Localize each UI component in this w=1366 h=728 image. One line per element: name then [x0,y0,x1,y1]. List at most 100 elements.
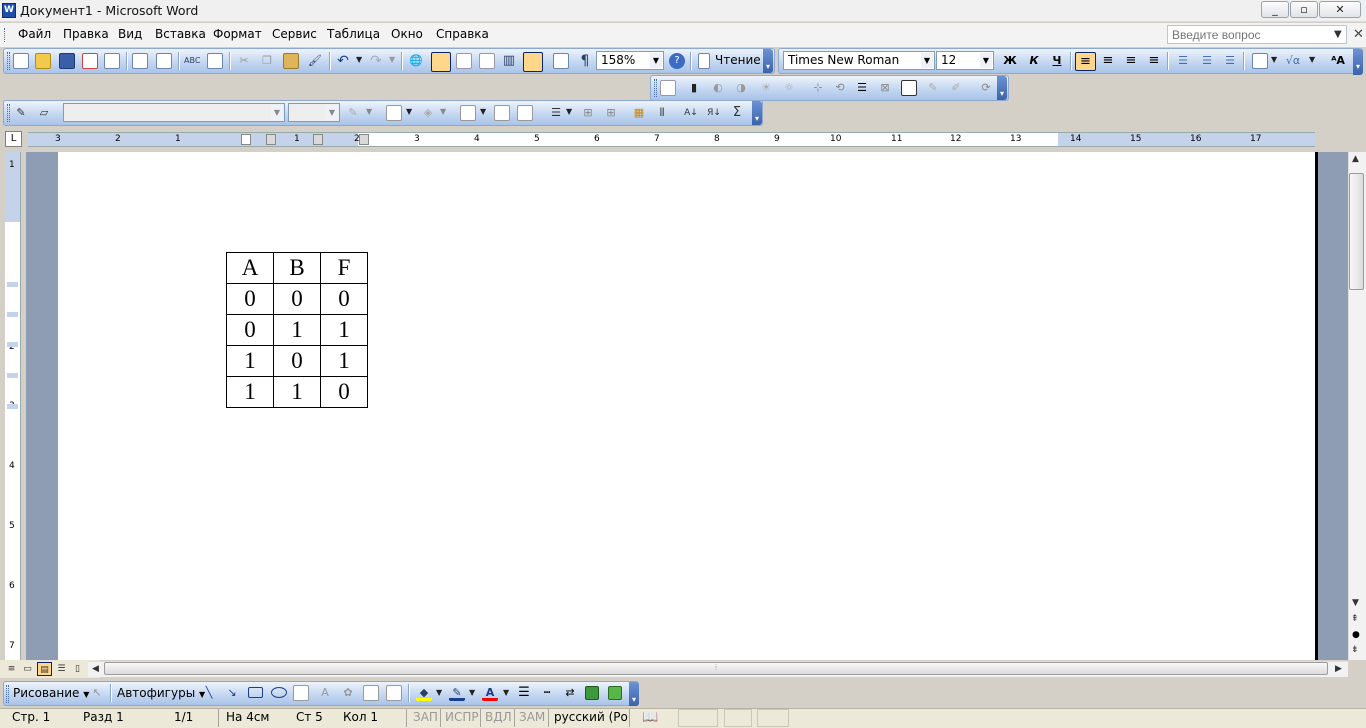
rotate-icon[interactable]: ⟲ [832,80,848,96]
line-weight-select[interactable]: ▼ [288,103,340,122]
document-map-icon[interactable] [553,53,569,69]
status-trk[interactable]: ИСПР [445,710,479,724]
table-column-marker[interactable] [359,134,369,145]
web-layout-icon[interactable]: ▭ [20,662,35,676]
row-marker[interactable] [7,312,18,317]
chevron-down-icon[interactable]: ▼ [326,105,338,120]
menu-help[interactable]: Справка [436,27,489,41]
spelling-status-icon[interactable]: 📖 [642,710,658,725]
justify-icon[interactable]: ≡ [1146,53,1162,69]
textbox-icon[interactable] [293,685,309,701]
table-cell[interactable]: B [273,252,321,284]
vertical-ruler[interactable]: 1 2 3 4 5 6 7 [5,152,21,660]
scroll-right-icon[interactable]: ▶ [1335,664,1342,674]
select-browse-object-icon[interactable]: ● [1352,630,1360,640]
status-ovr[interactable]: ЗАМ [519,710,545,724]
research-icon[interactable] [207,53,223,69]
fill-color-icon[interactable]: ◆ [416,685,432,701]
toolbar-grip[interactable] [6,685,9,703]
redo-icon[interactable]: ↷ [368,53,384,69]
autosum-icon[interactable]: Σ [729,105,745,121]
align-left-icon[interactable]: ≡ [1075,52,1096,71]
tables-borders-icon[interactable] [431,52,451,72]
table-cell[interactable]: 0 [226,283,274,315]
table-cell[interactable]: 1 [226,345,274,377]
chevron-down-icon[interactable]: ▼ [356,55,362,64]
permission-icon[interactable] [82,53,98,69]
menu-file[interactable]: Файл [18,27,51,41]
align-right-icon[interactable]: ≡ [1123,53,1139,69]
diagram-icon[interactable]: ✿ [340,685,356,701]
chevron-down-icon[interactable]: ▼ [1309,55,1315,64]
bullets-icon[interactable]: ☰ [1199,53,1215,69]
new-icon[interactable] [13,53,29,69]
menu-edit[interactable]: Правка [63,27,109,41]
3d-icon[interactable] [608,686,622,700]
tab-selector[interactable]: L [5,131,22,147]
table-cell[interactable]: 1 [320,314,368,346]
drawing-menu-button[interactable]: Рисование ▼ [13,686,89,700]
distribute-columns-icon[interactable]: ⊞ [603,105,619,121]
chevron-down-icon[interactable]: ▼ [389,55,395,64]
line-style-select[interactable]: ▼ [63,103,285,122]
crop-icon[interactable]: ⊹ [810,80,826,96]
reading-layout-icon[interactable]: ▯ [70,662,85,676]
arrow-style-icon[interactable]: ⇄ [562,685,578,701]
menu-format[interactable]: Формат [213,27,262,41]
table-cell[interactable]: 1 [273,376,321,408]
line-icon[interactable]: ╲ [201,685,217,701]
paste-icon[interactable] [283,53,299,69]
reading-icon[interactable] [698,53,710,69]
change-text-direction-icon[interactable]: ⫴ [654,105,670,121]
more-contrast-icon[interactable]: ◐ [710,80,726,96]
chevron-down-icon[interactable]: ▼ [503,688,509,697]
vertical-scroll-thumb[interactable] [1349,173,1364,290]
next-page-icon[interactable]: ⇟ [1351,645,1359,655]
menu-tools[interactable]: Сервис [272,27,317,41]
spelling-icon[interactable]: ABC [184,53,200,69]
undo-icon[interactable]: ↶ [335,53,351,69]
table-column-marker[interactable] [313,134,323,145]
dash-style-icon[interactable]: ┅ [539,685,555,701]
copy-icon[interactable]: ❐ [259,53,275,69]
row-marker[interactable] [7,404,18,409]
font-name-select[interactable]: Times New Roman ▼ [783,51,935,70]
row-marker[interactable] [7,282,18,287]
help-question-input[interactable] [1167,25,1347,44]
chevron-down-icon[interactable]: ▼ [650,53,662,68]
table-cell[interactable]: 0 [320,283,368,315]
drawing-icon[interactable] [523,52,543,72]
text-direction-icon[interactable]: ᴬA [1330,53,1346,69]
truth-table[interactable]: A B F 0 0 0 0 1 1 1 0 1 1 1 0 [226,252,368,408]
help-icon[interactable]: ? [669,53,685,69]
rectangle-icon[interactable] [248,687,263,698]
insert-table-icon[interactable] [456,53,472,69]
compress-icon[interactable]: ⊠ [877,80,893,96]
formula-icon[interactable]: √α [1285,53,1301,69]
scroll-down-icon[interactable]: ▼ [1352,598,1359,608]
less-brightness-icon[interactable]: ☼ [781,80,797,96]
row-marker[interactable] [7,373,18,378]
table-cell[interactable]: F [320,252,368,284]
chevron-down-icon[interactable]: ▼ [921,53,933,68]
table-cell[interactable]: 0 [320,376,368,408]
chevron-down-icon[interactable]: ▼ [1334,29,1342,40]
format-picture-icon[interactable]: ✎ [925,80,941,96]
save-icon[interactable] [59,53,75,69]
set-transparent-icon[interactable]: ✐ [948,80,964,96]
table-cell[interactable]: 1 [226,376,274,408]
align-center-icon[interactable]: ≡ [1100,53,1116,69]
chevron-down-icon[interactable]: ▼ [480,107,486,116]
toolbar-grip[interactable] [7,52,10,70]
picture-icon[interactable] [386,685,402,701]
align-icon[interactable]: ☰ [548,105,564,121]
previous-page-icon[interactable]: ⇞ [1351,614,1359,624]
close-button[interactable]: ✕ [1319,1,1361,18]
font-color-icon[interactable]: A [482,685,498,701]
shading-icon[interactable]: ◈ [420,105,436,121]
chevron-down-icon[interactable]: ▼ [406,107,412,116]
shadow-icon[interactable] [585,686,599,700]
horizontal-scroll-thumb[interactable]: ⦙ [104,662,1328,675]
sort-ascending-icon[interactable]: A↓ [683,105,699,121]
wordart-icon[interactable]: A [317,685,333,701]
